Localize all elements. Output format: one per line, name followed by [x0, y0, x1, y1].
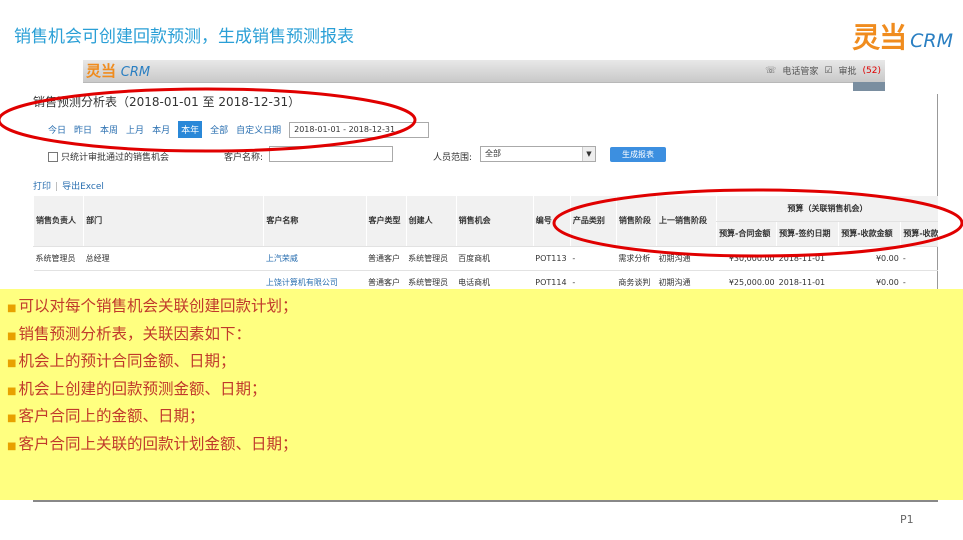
col-budget-sign-date[interactable]: 预算-签约日期: [776, 221, 839, 247]
col-budget-contract-amount[interactable]: 预算-合同金额: [716, 221, 777, 247]
approval-count: (52): [862, 65, 881, 76]
col-previous-stage[interactable]: 上一销售阶段: [655, 196, 717, 247]
cell-department: 总经理: [83, 246, 264, 271]
annotation-item: ■ 机会上创建的回款预测金额、日期；: [7, 379, 267, 398]
generate-report-button[interactable]: 生成报表: [610, 147, 666, 162]
col-customer-type[interactable]: 客户类型: [365, 196, 407, 247]
cell-customer[interactable]: 上汽荣威: [263, 246, 367, 271]
date-range-input[interactable]: 2018-01-01 - 2018-12-31: [289, 121, 430, 138]
approval-icon[interactable]: ☑: [824, 66, 832, 76]
col-owner[interactable]: 销售负责人: [32, 196, 84, 247]
table-actions: 打印 | 导出Excel: [33, 179, 104, 192]
bullet-icon: ■: [7, 440, 17, 452]
annotation-item: ■ 可以对每个销售机会关联创建回款计划；: [7, 297, 298, 315]
bullet-icon: ■: [7, 385, 17, 397]
customer-link[interactable]: 上饶计算机有限公司: [266, 278, 338, 287]
customer-input[interactable]: [269, 146, 393, 162]
annotation-list: ■ 可以对每个销售机会关联创建回款计划； ■ 销售预测分析表，关联因素如下： ■ 机会…: [0, 289, 963, 459]
filter-row: 只统计审批通过的销售机会 客户名称: 人员范围: 全部 ▼ 生成报表: [48, 146, 688, 166]
quick-date-filters: 今日 昨日 本周 上月 本月 本年 全部 自定义日期 2018-01-01 - …: [48, 121, 430, 138]
approval-link[interactable]: 审批: [839, 64, 857, 77]
bullet-icon: ■: [7, 330, 17, 342]
app-logo[interactable]: 灵当 CRM: [86, 60, 150, 81]
col-group-budget: 预算（关联销售机会）: [716, 196, 938, 222]
forecast-table: 销售负责人 部门 客户名称 客户类型 创建人 销售机会 编号 产品类别 销售阶段…: [32, 196, 938, 295]
filter-this-year[interactable]: 本年: [178, 121, 203, 138]
filter-this-month[interactable]: 本月: [152, 123, 170, 136]
staff-range-label: 人员范围:: [433, 153, 473, 163]
table-row[interactable]: 系统管理员 总经理 上汽荣威 普通客户 系统管理员 百度商机 POT113 - …: [33, 246, 938, 271]
filter-this-week[interactable]: 本周: [100, 123, 118, 136]
staff-range-value: 全部: [485, 149, 501, 158]
col-creator[interactable]: 创建人: [405, 196, 457, 247]
cell-sales-stage: 需求分析: [616, 246, 657, 271]
filter-today[interactable]: 今日: [48, 123, 66, 136]
cell-sign-date: 2018-11-01: [776, 246, 839, 271]
cell-previous-stage: 初期沟通: [656, 246, 717, 271]
cell-payment-amount: ¥0.00: [838, 246, 901, 271]
cell-creator: 系统管理员: [406, 246, 457, 271]
cell-owner: 系统管理员: [33, 246, 84, 271]
checkbox-box[interactable]: [48, 151, 58, 162]
annotation-item: ■ 机会上的预计合同金额、日期；: [7, 352, 236, 370]
bullet-icon: ■: [7, 303, 17, 314]
page-number: P1: [900, 513, 914, 526]
approved-only-checkbox[interactable]: 只统计审批通过的销售机会: [48, 150, 169, 163]
app-header: 灵当 CRM ☏ 电话管家 ☑ 审批 (52): [83, 60, 885, 91]
logo-en: CRM: [910, 30, 953, 52]
app-header-tools: ☏ 电话管家 ☑ 审批 (52): [765, 64, 881, 78]
annotation-item: ■ 客户合同上关联的回款计划金额、日期；: [7, 434, 298, 453]
bullet-icon: ■: [7, 358, 17, 369]
col-number[interactable]: 编号: [532, 196, 571, 247]
slide-title: 销售机会可创建回款预测，生成销售预测报表: [14, 27, 354, 47]
customer-label: 客户名称:: [224, 153, 264, 163]
divider: [33, 500, 938, 502]
filter-last-month[interactable]: 上月: [126, 123, 144, 136]
col-department[interactable]: 部门: [83, 196, 264, 247]
brand-logo: 灵当 CRM: [852, 16, 953, 56]
header-tab[interactable]: [853, 82, 885, 91]
annotation-item: ■ 客户合同上的金额、日期；: [7, 407, 205, 425]
col-budget-payment-amount[interactable]: 预算-收款金额: [838, 221, 901, 247]
action-separator: |: [55, 182, 59, 192]
logo-cn: 灵当: [852, 21, 907, 54]
filter-all[interactable]: 全部: [210, 123, 228, 136]
cell-number: POT113: [533, 246, 571, 271]
filter-yesterday[interactable]: 昨日: [74, 123, 92, 136]
cell-contract-amount: ¥30,000.00: [716, 246, 777, 271]
cell-customer-type: 普通客户: [366, 246, 407, 271]
export-excel-link[interactable]: 导出Excel: [62, 182, 104, 192]
chevron-down-icon[interactable]: ▼: [582, 147, 595, 161]
cell-product-category: -: [570, 246, 617, 271]
cell-payment: -: [900, 246, 938, 271]
col-product-category[interactable]: 产品类别: [569, 196, 617, 247]
annotation-box: ■ 可以对每个销售机会关联创建回款计划； ■ 销售预测分析表，关联因素如下： ■ 机会…: [0, 289, 963, 500]
cell-opportunity: 百度商机: [456, 246, 534, 271]
col-budget-payment[interactable]: 预算-收款: [900, 221, 938, 247]
annotation-item: ■ 销售预测分析表，关联因素如下：: [7, 324, 251, 343]
phone-icon[interactable]: ☏: [765, 66, 776, 76]
report-title: 销售预测分析表（2018-01-01 至 2018-12-31）: [33, 95, 301, 109]
approved-only-label: 只统计审批通过的销售机会: [61, 153, 170, 163]
app-logo-cn: 灵当: [86, 62, 117, 80]
print-link[interactable]: 打印: [33, 182, 51, 192]
bullet-icon: ■: [7, 413, 17, 424]
col-sales-stage[interactable]: 销售阶段: [615, 196, 657, 247]
phone-manager-link[interactable]: 电话管家: [782, 64, 818, 77]
customer-link[interactable]: 上汽荣威: [266, 254, 298, 263]
filter-custom-date[interactable]: 自定义日期: [236, 123, 281, 136]
staff-range-select[interactable]: 全部 ▼: [480, 146, 596, 162]
col-opportunity[interactable]: 销售机会: [455, 196, 534, 247]
app-logo-en: CRM: [120, 65, 151, 80]
col-customer[interactable]: 客户名称: [263, 196, 367, 247]
